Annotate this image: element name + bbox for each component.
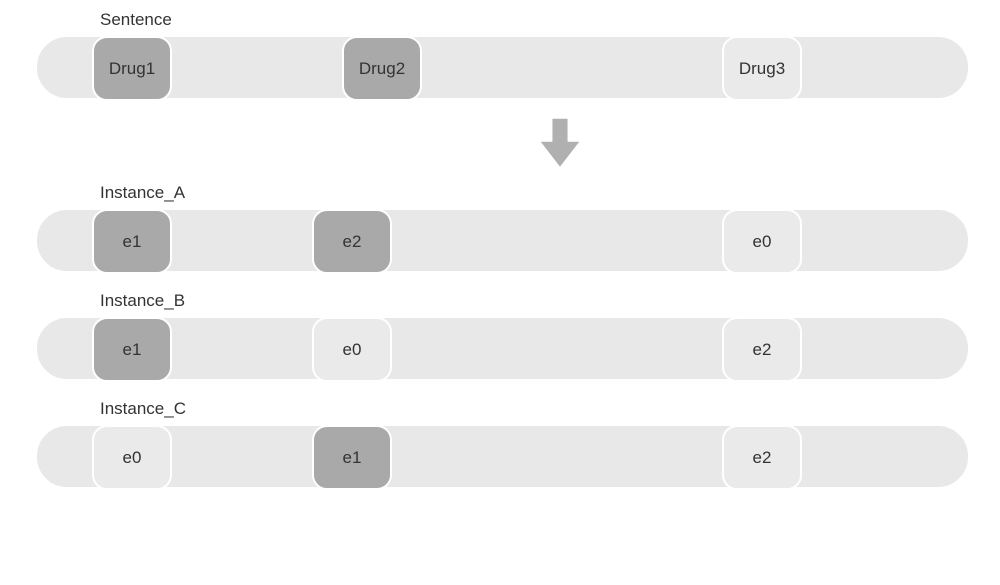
instance-b-e2-box: e2 <box>722 317 802 382</box>
instance-c-e1-box: e1 <box>312 425 392 490</box>
instance-b-label: Instance_B <box>100 291 975 311</box>
instance-b-section: Instance_B e1 e0 e2 <box>25 291 975 381</box>
instance-c-e2-box: e2 <box>722 425 802 490</box>
instance-a-bar: e1 e2 e0 <box>35 208 970 273</box>
instance-c-e0-box: e0 <box>92 425 172 490</box>
sentence-label: Sentence <box>100 10 975 30</box>
instance-c-label: Instance_C <box>100 399 975 419</box>
instance-a-label: Instance_A <box>100 183 975 203</box>
instance-a-e0-box: e0 <box>722 209 802 274</box>
drug3-box: Drug3 <box>722 36 802 101</box>
instance-c-section: Instance_C e0 e1 e2 <box>25 399 975 489</box>
instance-a-e2-box: e2 <box>312 209 392 274</box>
instance-b-e1-box: e1 <box>92 317 172 382</box>
drug1-box: Drug1 <box>92 36 172 101</box>
instance-c-bar: e0 e1 e2 <box>35 424 970 489</box>
instance-b-e0-box: e0 <box>312 317 392 382</box>
sentence-section: Sentence Drug1 Drug2 Drug3 <box>25 10 975 100</box>
instance-b-bar: e1 e0 e2 <box>35 316 970 381</box>
drug2-box: Drug2 <box>342 36 422 101</box>
instance-a-section: Instance_A e1 e2 e0 <box>25 183 975 273</box>
instance-a-e1-box: e1 <box>92 209 172 274</box>
down-arrow-icon <box>539 118 581 168</box>
sentence-bar: Drug1 Drug2 Drug3 <box>35 35 970 100</box>
arrow-container <box>25 118 975 173</box>
